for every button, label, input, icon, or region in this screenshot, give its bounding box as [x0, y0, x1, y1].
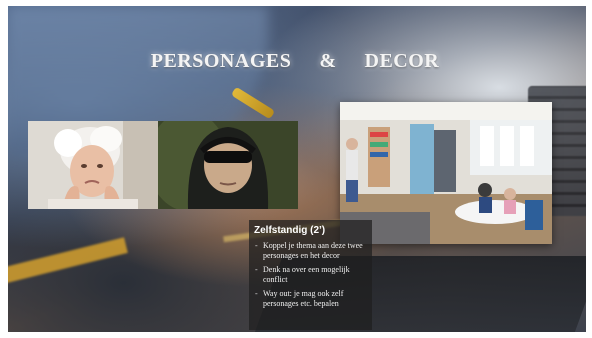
background-desk-stripe — [8, 237, 128, 287]
instruction-box: Zelfstandig (2’) Koppel je thema aan dez… — [249, 220, 372, 330]
instruction-title: Zelfstandig (2’) — [254, 225, 326, 236]
instruction-item: Koppel je thema aan deze twee personages… — [254, 241, 367, 260]
title-personages: PERSONAGES — [150, 50, 292, 72]
title-decor: DECOR — [364, 50, 440, 72]
old-woman-illustration — [28, 121, 158, 209]
title-ampersand: & — [319, 50, 337, 72]
instruction-item: Way out: je mag ook zelf personages etc.… — [254, 289, 367, 308]
slide-title: PERSONAGES & DECOR — [0, 50, 590, 73]
hooded-man-illustration — [158, 121, 298, 209]
old-woman-photo — [28, 121, 158, 209]
instruction-list: Koppel je thema aan deze twee personages… — [254, 241, 367, 308]
hooded-man-photo — [158, 121, 298, 209]
instruction-item: Denk na over een mogelijk conflict — [254, 265, 367, 284]
